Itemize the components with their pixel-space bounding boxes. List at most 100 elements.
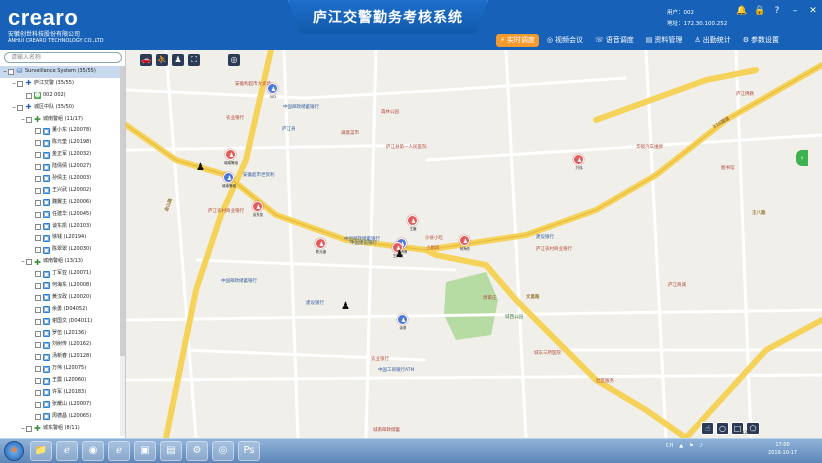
tray-network-icon[interactable]: ▲ [679, 443, 683, 449]
tree-item[interactable]: ▣ 董小东 (L20078) [0, 125, 122, 137]
tree-checkbox[interactable] [26, 116, 32, 123]
tree-checkbox[interactable] [35, 152, 41, 159]
start-button[interactable]: ❖ [4, 441, 24, 461]
tree-item[interactable]: ▣ 张耀山 (L20007) [0, 399, 122, 411]
tree-item[interactable]: ▣ 黄汉政 (L20020) [0, 292, 122, 304]
help-icon[interactable]: ? [772, 6, 782, 16]
tree-checkbox[interactable] [35, 330, 41, 337]
tree-scrollbar[interactable] [120, 66, 125, 436]
tree-checkbox[interactable] [35, 342, 41, 349]
menu-item[interactable]: ◎ 视频会议 [543, 34, 587, 47]
tree-checkbox[interactable] [35, 318, 41, 325]
officer-marker[interactable]: ♟ 余勇 [395, 314, 409, 332]
officer-marker[interactable]: ♟ 陈元奎 [313, 238, 327, 256]
menu-item[interactable]: ⚙ 参数设置 [739, 34, 783, 47]
tree-item[interactable]: ▣ 陈元奎 (L20198) [0, 137, 122, 149]
person-icon[interactable]: ♟ [172, 54, 184, 66]
tree-item[interactable]: – ⛁ Surveillance System (35/55) [0, 66, 122, 78]
tree-item[interactable]: ▣ 谢国文 (D04011) [0, 316, 122, 328]
tree-checkbox[interactable] [17, 80, 23, 87]
tree-item[interactable]: ▣ 徐钱 (L20194) [0, 232, 122, 244]
map-view[interactable]: 安徽利超市大卖场 中国邮政储蓄银行 农业银行 庐江县 满意菜市 森林公园 庐江县第一人民医院… [126, 50, 822, 438]
menu-item[interactable]: ☏ 语音调度 [591, 34, 638, 47]
side-panel-toggle[interactable]: ‹ [796, 150, 808, 166]
menu-item[interactable]: ♙ 出勤统计 [690, 34, 734, 47]
tree-checkbox[interactable] [35, 187, 41, 194]
circle-select-icon[interactable]: ○ [716, 422, 729, 435]
tree-checkbox[interactable] [35, 140, 41, 147]
tree-item[interactable]: ▣ 余勇 (D04052) [0, 304, 122, 316]
car-icon[interactable]: 🚗 [140, 54, 152, 66]
tree-item[interactable]: ▣ 罗伍 (L20136) [0, 328, 122, 340]
settings-icon[interactable]: ⚙ [186, 441, 208, 461]
tree-checkbox[interactable] [35, 128, 41, 135]
tree-checkbox[interactable] [35, 223, 41, 230]
officer-marker[interactable]: ♟ 城南警组 [223, 149, 238, 167]
officer-marker[interactable]: ♟ 何海东 [457, 235, 471, 253]
tree-checkbox[interactable] [35, 306, 41, 313]
tree-checkbox[interactable] [35, 366, 41, 373]
officer-marker[interactable]: ♟ 谈东凯 [250, 201, 264, 219]
expand-icon[interactable]: ⛶ [188, 54, 200, 66]
tree-checkbox[interactable] [17, 104, 23, 111]
tree-item[interactable]: ☻ 002 002) [0, 90, 122, 102]
officer-marker[interactable]: ♟ 城南警组 [221, 172, 236, 190]
tree-item[interactable]: ▣ 任建华 (L20045) [0, 209, 122, 221]
tree-checkbox[interactable] [35, 354, 41, 361]
tree-checkbox[interactable] [35, 401, 41, 408]
bell-icon[interactable]: 🔔 [736, 6, 747, 16]
media-icon[interactable]: ▣ [134, 441, 156, 461]
tree-item[interactable]: ▣ 陆倩倩 (L20027) [0, 161, 122, 173]
ie-icon[interactable]: ℯ [56, 441, 78, 461]
tray-flag-icon[interactable]: ⚑ [689, 443, 693, 449]
tree-checkbox[interactable] [35, 164, 41, 171]
tray-lang[interactable]: CH [666, 443, 673, 449]
tree-item[interactable]: – ✚ 城南警组 (13/13) [0, 256, 122, 268]
target-icon[interactable]: ◎ [228, 54, 240, 66]
tree-item[interactable]: ▣ 许军 (L20183) [0, 387, 122, 399]
tree-item[interactable]: ▣ 王兴武 (L20002) [0, 185, 122, 197]
tree-checkbox[interactable] [35, 199, 41, 206]
tree-item[interactable]: ▣ 丁军亚 (L20071) [0, 268, 122, 280]
camera-icon[interactable]: ◎ [212, 441, 234, 461]
patrol-officer-icon[interactable]: ♟ [196, 162, 206, 174]
tree-scroll-thumb[interactable] [120, 66, 125, 356]
tree-checkbox[interactable] [26, 425, 32, 432]
tree-checkbox[interactable] [35, 271, 41, 278]
tree-item[interactable]: ▣ 陈翠翠 (L20030) [0, 244, 122, 256]
tree-item[interactable]: ▣ 周德昌 (L20065) [0, 411, 122, 423]
tree-item[interactable]: ▣ 孙倩主 (L20003) [0, 173, 122, 185]
officer-marker[interactable]: ♟ 002 [265, 83, 279, 101]
tree-checkbox[interactable] [26, 92, 32, 99]
tree-item[interactable]: ▣ 谈东凯 (L20103) [0, 221, 122, 233]
tree-checkbox[interactable] [35, 282, 41, 289]
tree-item[interactable]: ▣ 魏翼主 (L20006) [0, 197, 122, 209]
pan-hand-icon[interactable]: ☝ [701, 422, 714, 435]
tree-checkbox[interactable] [35, 175, 41, 182]
tree-item[interactable]: – ✚ 城南警组 (11/17) [0, 114, 122, 126]
tree-item[interactable]: ▣ 何海东 (L20008) [0, 280, 122, 292]
tree-item[interactable]: ▣ 汤新春 (L20128) [0, 351, 122, 363]
tree-item[interactable]: ▣ 刘树传 (L20162) [0, 339, 122, 351]
tree-item[interactable]: – ✚ 庐江交警 (35/55) [0, 78, 122, 90]
tree-item[interactable]: – ✚ 城东警组 (8/11) [0, 423, 122, 435]
clock[interactable]: 17:00 2019-10-17 [768, 441, 797, 457]
tree-item[interactable]: – ✚ 城区中队 (35/50) [0, 102, 122, 114]
minimize-icon[interactable]: – [790, 6, 800, 16]
tree-checkbox[interactable] [35, 235, 41, 242]
ie-icon[interactable]: ℯ [108, 441, 130, 461]
tray-volume-icon[interactable]: ♪ [700, 443, 703, 449]
tree-checkbox[interactable] [35, 413, 41, 420]
close-icon[interactable]: ✕ [808, 6, 818, 16]
patrol-officer-icon[interactable]: ♟ [341, 301, 351, 313]
menu-item[interactable]: ▤ 资料管理 [642, 34, 687, 47]
tree-checkbox[interactable] [35, 294, 41, 301]
tree-item[interactable]: ▣ 金正军 (L20032) [0, 149, 122, 161]
tree-item[interactable]: ▣ 万伟 (L20075) [0, 363, 122, 375]
search-input[interactable]: 请输入名称 [4, 52, 122, 63]
tree-checkbox[interactable] [35, 389, 41, 396]
cmd-icon[interactable]: ▤ [160, 441, 182, 461]
tree-checkbox[interactable] [35, 211, 41, 218]
menu-item[interactable]: ⚡ 实时调度 [496, 33, 539, 47]
tree-checkbox[interactable] [8, 68, 14, 75]
